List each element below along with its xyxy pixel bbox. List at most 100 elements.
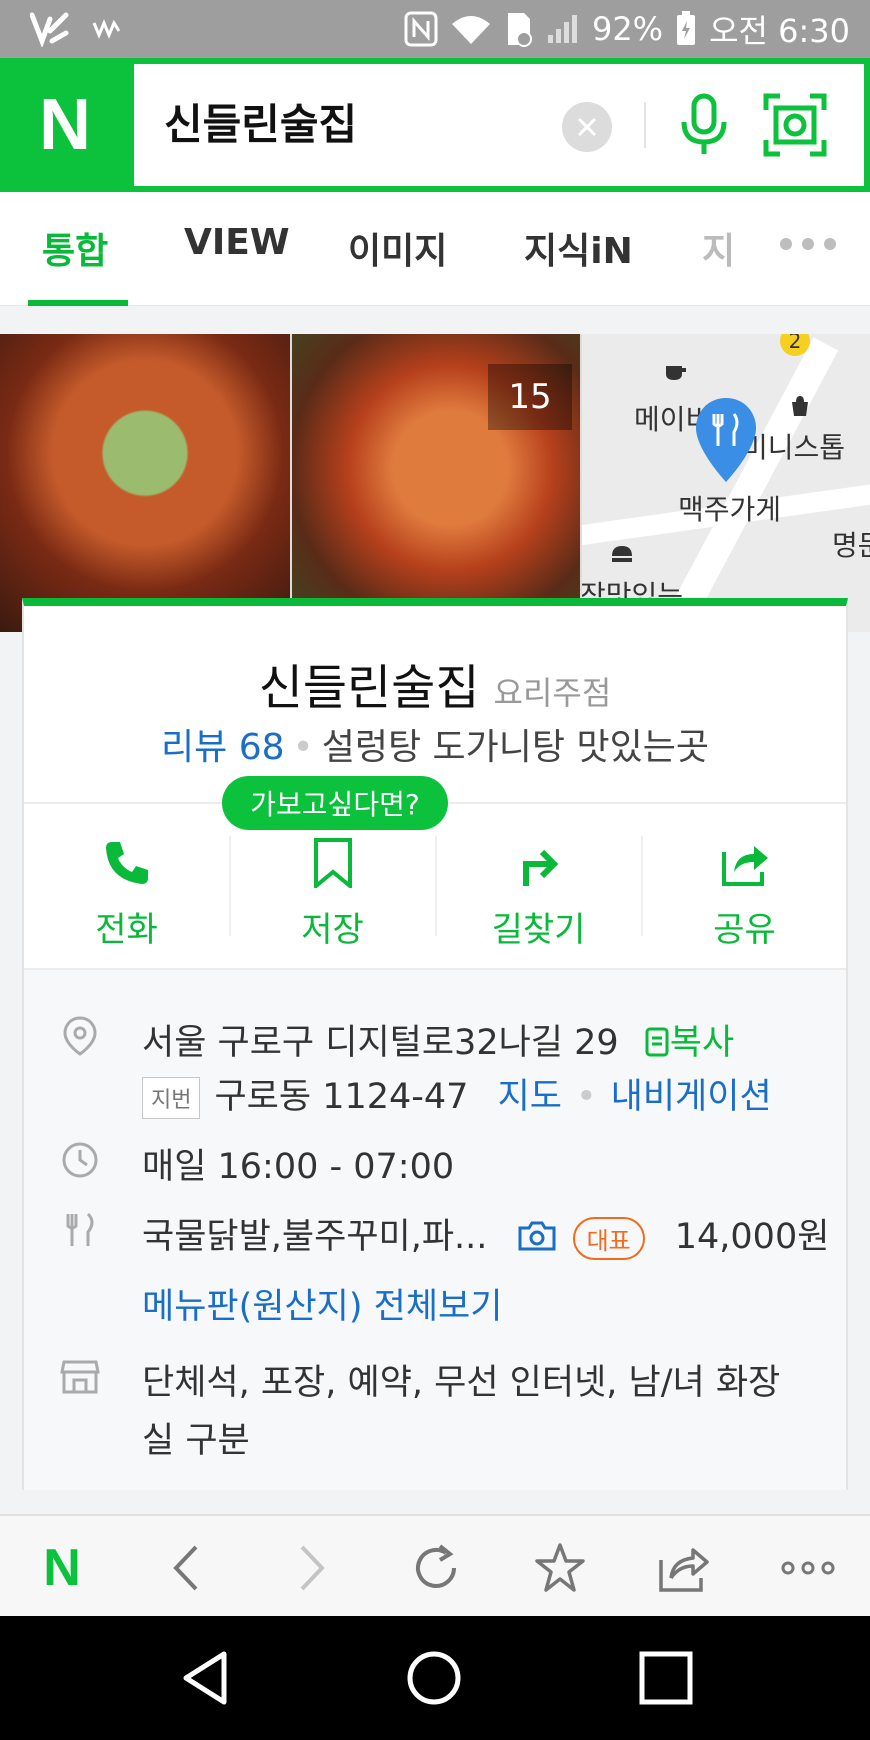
location-pin-icon [63, 1016, 97, 1056]
active-tab-indicator [28, 300, 128, 306]
place-keywords: 설렁탕 도가니탕 맛있는곳 [321, 727, 709, 768]
directions-label: 길찾기 [491, 910, 586, 950]
clock-icon [62, 1142, 98, 1178]
directions-button[interactable]: 길찾기 [436, 804, 641, 968]
copy-label: 복사 [669, 1023, 735, 1063]
review-row: 리뷰 68 • 설렁탕 도가니탕 맛있는곳 [24, 718, 846, 770]
representative-badge: 대표 [572, 1216, 645, 1260]
search-box[interactable]: 신들린술집 [134, 64, 864, 186]
food-photo-1[interactable] [0, 334, 290, 632]
sim-icon [504, 11, 534, 47]
map-link[interactable]: 지도 [498, 1077, 562, 1117]
triangle-back-icon [183, 1651, 227, 1705]
camera-icon[interactable] [517, 1220, 557, 1252]
place-category: 요리주점 [493, 674, 612, 712]
battery-charging-icon [675, 11, 697, 47]
clock: 오전 6:30 [709, 12, 850, 50]
share-icon [722, 846, 768, 886]
lens-camera-icon [763, 93, 827, 157]
chevron-left-icon [173, 1545, 198, 1591]
call-button[interactable]: 전화 [24, 804, 229, 968]
image-search-button[interactable] [762, 92, 828, 158]
share-icon [659, 1548, 709, 1592]
cafe-icon [666, 366, 686, 380]
wv-app-icon [92, 19, 122, 39]
square-recents-icon [639, 1651, 693, 1705]
clear-search-button[interactable] [562, 102, 612, 152]
navigation-link[interactable]: 내비게이션 [611, 1077, 772, 1117]
address-text: 서울 구로구 디지털로32나길 29 [142, 1023, 619, 1063]
share-page-button[interactable] [656, 1540, 712, 1596]
search-input[interactable]: 신들린술집 [164, 64, 357, 186]
battery-percent: 92% [591, 10, 664, 48]
place-info: 서울 구로구 디지털로32나길 29 복사 지번 구로동 1124-47 지도 • 내… [24, 970, 846, 1490]
phone-icon [106, 842, 148, 884]
v-app-icon [30, 11, 70, 47]
share-button[interactable]: 공유 [642, 804, 847, 968]
store-icon [60, 1360, 100, 1394]
more-tabs-button[interactable] [780, 238, 836, 250]
status-bar: 92% 오전 6:30 [0, 0, 870, 58]
jibun-tag: 지번 [142, 1077, 201, 1119]
back-button[interactable] [158, 1540, 214, 1596]
map-thumbnail[interactable]: 메이비 미니스톱 맥주가게 명문 장맛있는 2 [582, 334, 870, 632]
copy-icon [645, 1027, 669, 1057]
menu-price: 14,000원 [674, 1217, 830, 1257]
chevron-right-icon [300, 1545, 325, 1591]
browser-toolbar: N [0, 1514, 870, 1616]
voice-search-button[interactable] [674, 92, 734, 158]
review-link[interactable]: 리뷰 68 [161, 727, 285, 768]
naver-logo[interactable]: N [0, 58, 130, 192]
place-title-row: 신들린술집 요리주점 [24, 648, 846, 718]
forward-button[interactable] [284, 1540, 340, 1596]
place-card: 신들린술집 요리주점 리뷰 68 • 설렁탕 도가니탕 맛있는곳 가보고싶다면? 전화… [22, 598, 848, 1490]
map-label: 맥주가게 [678, 493, 782, 526]
call-label: 전화 [95, 910, 158, 950]
nav-recents-button[interactable] [636, 1648, 696, 1708]
place-photos: 15 메이비 미니스톱 맥주가게 명문 장맛있는 2 [0, 334, 870, 632]
more-menu-button[interactable] [780, 1540, 836, 1596]
fork-knife-icon [66, 1212, 94, 1246]
facilities-line-2: 실 구분 [142, 1421, 250, 1461]
full-menu-link[interactable]: 메뉴판(원산지) 전체보기 [142, 1278, 502, 1329]
facilities-line-1: 단체석, 포장, 예약, 무선 인터넷, 남/녀 화장 [142, 1363, 781, 1403]
star-icon [535, 1543, 585, 1592]
jibun-address: 구로동 1124-47 [214, 1077, 469, 1117]
search-tabs: 통합 VIEW 이미지 지식iN 지 [0, 192, 870, 306]
tab-more-partial[interactable]: 지 [702, 222, 735, 274]
save-label: 저장 [301, 910, 364, 950]
business-hours[interactable]: 매일 16:00 - 07:00 [142, 1138, 454, 1189]
copy-address-button[interactable]: 복사 [644, 1023, 734, 1063]
action-buttons: 가보고싶다면? 전화 저장 길찾기 공유 [24, 776, 847, 968]
tab-integrated[interactable]: 통합 [42, 222, 108, 274]
wifi-icon [450, 12, 492, 46]
refresh-icon [416, 1544, 456, 1588]
separator-dot: • [292, 727, 314, 768]
bookmark-button[interactable] [532, 1540, 588, 1596]
separator-dot: • [576, 1077, 597, 1117]
map-pin-icon [696, 398, 756, 482]
photo-count: 15 [488, 364, 572, 430]
food-photo-2[interactable]: 15 [292, 334, 580, 632]
tab-view[interactable]: VIEW [184, 222, 290, 263]
share-label: 공유 [713, 910, 776, 950]
save-button[interactable]: 저장 [230, 804, 435, 968]
directions-arrow-icon [523, 849, 559, 886]
search-separator [644, 102, 646, 148]
naver-home-button[interactable]: N [34, 1539, 90, 1597]
circle-home-icon [407, 1651, 461, 1705]
tab-knowledge-in[interactable]: 지식iN [524, 222, 633, 274]
reload-button[interactable] [408, 1540, 464, 1596]
more-dots-icon [781, 1561, 835, 1575]
android-nav-bar [0, 1616, 870, 1740]
nav-back-button[interactable] [176, 1648, 236, 1708]
microphone-icon [681, 93, 727, 154]
bookmark-icon [314, 838, 352, 888]
menu-items: 국물닭발,불주꾸미,파... [142, 1217, 488, 1257]
nav-home-button[interactable] [404, 1648, 464, 1708]
place-name[interactable]: 신들린술집 [259, 660, 480, 716]
nfc-icon [404, 11, 438, 47]
close-icon [577, 117, 597, 137]
map-label: 명문 [832, 529, 870, 562]
tab-images[interactable]: 이미지 [348, 222, 447, 274]
